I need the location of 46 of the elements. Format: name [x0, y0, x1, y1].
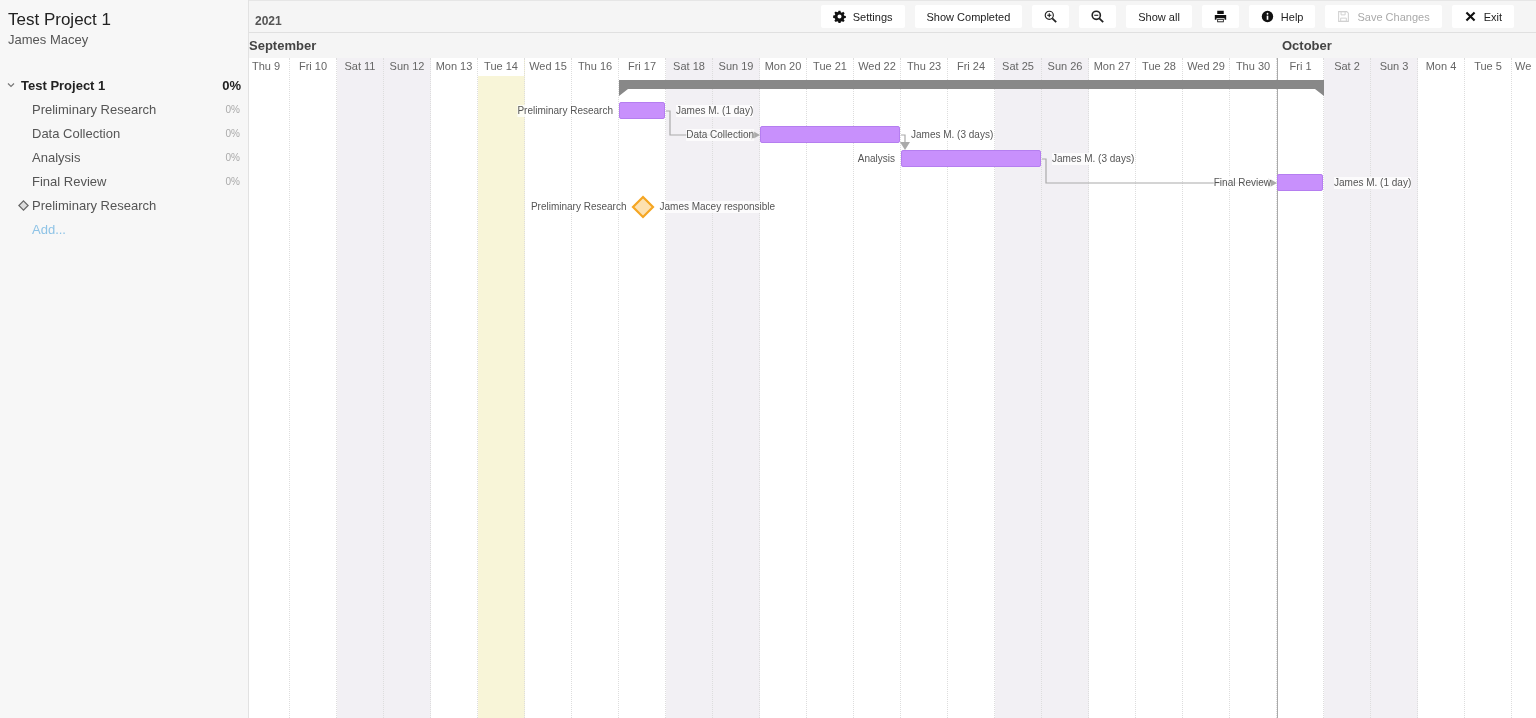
- tree-item[interactable]: Data Collection: [32, 125, 226, 141]
- progress-percent: 0%: [222, 77, 241, 93]
- assignee-label: James M. (3 days): [1052, 153, 1135, 165]
- task-label: Final Review: [1213, 177, 1271, 189]
- project-title: Test Project 1: [7, 10, 112, 30]
- diamond-icon: [18, 199, 29, 211]
- assignee-label: James M. (1 day): [676, 105, 754, 117]
- milestone-label: Preliminary Research: [530, 201, 627, 213]
- text-button[interactable]: Show Completed: [914, 5, 1023, 28]
- tree-item[interactable]: Test Project 1: [21, 77, 223, 93]
- info-icon: [1260, 10, 1274, 23]
- task-label: Analysis: [857, 153, 895, 165]
- chevron-icon[interactable]: [7, 82, 15, 88]
- help-button[interactable]: Help: [1248, 5, 1316, 28]
- gear-icon: [832, 10, 846, 23]
- assignee-label: James M. (1 day): [1334, 177, 1412, 189]
- progress-percent: 0%: [225, 151, 240, 163]
- summary-bar[interactable]: [619, 80, 1324, 96]
- dependency-arrow: [900, 134, 910, 150]
- project-owner: James Macey: [7, 32, 90, 47]
- month-label: October: [1281, 38, 1332, 53]
- task-label: Preliminary Research: [517, 105, 613, 117]
- close-icon: [1463, 10, 1477, 23]
- day-label: Tue 14: [478, 58, 524, 76]
- task-label: Data Collection: [686, 129, 754, 141]
- settings-button[interactable]: Settings: [820, 5, 905, 28]
- zoom-in-icon: [1044, 10, 1058, 23]
- assignee-label: James M. (3 days): [911, 129, 994, 141]
- progress-percent: 0%: [225, 175, 240, 187]
- tree-item[interactable]: Preliminary Research: [32, 101, 226, 117]
- tree-item[interactable]: Final Review: [32, 173, 226, 189]
- zoom-out-icon: [1091, 10, 1105, 23]
- exit-button[interactable]: Exit: [1451, 5, 1514, 28]
- year-label: 2021: [254, 12, 282, 28]
- progress-percent: 0%: [225, 103, 240, 115]
- assignee-label: James Macey responsible: [659, 201, 776, 213]
- month-label: September: [249, 38, 317, 53]
- tree-item[interactable]: Preliminary Research: [32, 197, 248, 213]
- tree-item[interactable]: Analysis: [32, 149, 226, 165]
- milestone-diamond[interactable]: [630, 195, 655, 219]
- progress-percent: 0%: [225, 127, 240, 139]
- printer-icon: [1213, 10, 1227, 23]
- text-button[interactable]: Show all: [1126, 5, 1192, 28]
- zoom-out-button[interactable]: [1079, 5, 1117, 28]
- zoom-in-button[interactable]: [1032, 5, 1070, 28]
- print-button[interactable]: [1201, 5, 1239, 28]
